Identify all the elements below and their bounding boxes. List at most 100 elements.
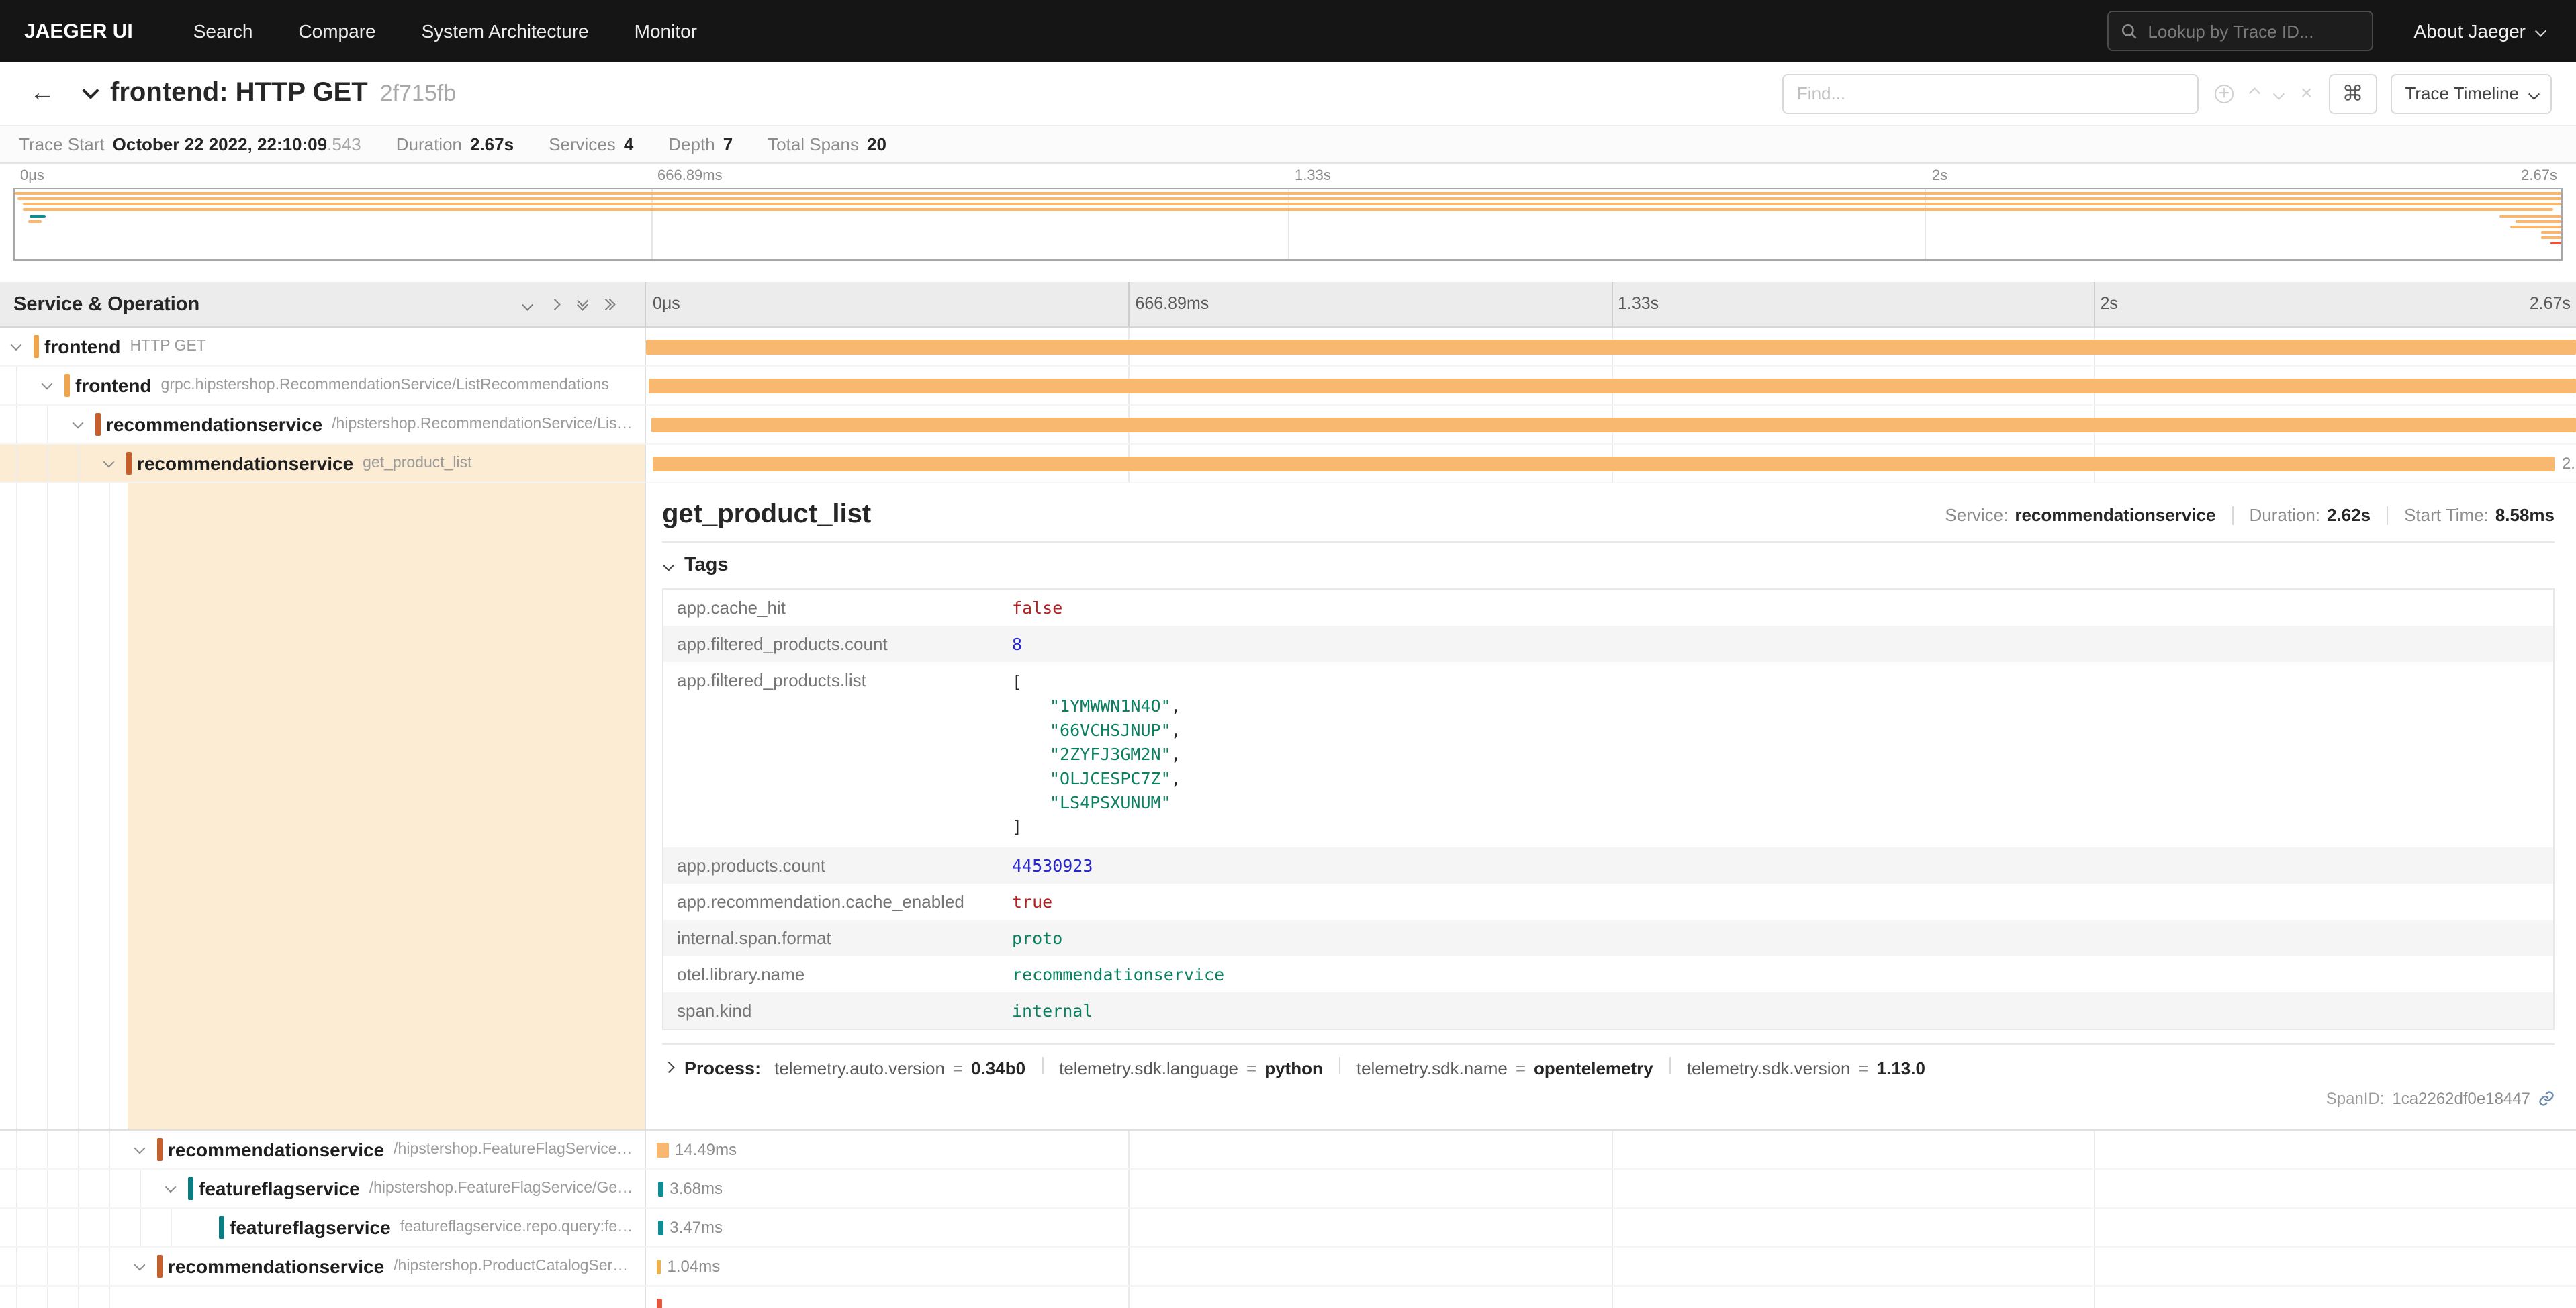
span-name[interactable]: recommendationservice/hipstershop.Featur… [168,1131,639,1168]
copy-link-icon[interactable] [2538,1090,2555,1107]
span-name-cell[interactable]: featureflagservicefeatureflagservice.rep… [0,1209,646,1246]
trace-lookup-input[interactable] [2148,21,2360,41]
nav-item-system-architecture[interactable]: System Architecture [399,0,612,62]
trace-view-dropdown[interactable]: Trace Timeline [2390,73,2552,113]
span-name-cell[interactable]: recommendationservice/hipstershop.Featur… [0,1131,646,1168]
minimap-span-mark [2541,231,2561,234]
span-bar[interactable] [657,1260,661,1274]
span-timeline-cell[interactable]: 14.49ms [646,1131,2576,1168]
span-bar[interactable] [649,379,2576,393]
span-timeline-cell[interactable]: 3.68ms [646,1170,2576,1207]
span-name-cell[interactable]: recommendationserviceget_product_list [0,445,646,482]
chevron-down-icon[interactable] [129,1131,149,1168]
span-timeline-cell[interactable] [646,1287,2576,1308]
zoom-reset-icon[interactable]: + [2215,84,2234,103]
span-bar[interactable] [652,418,2576,432]
keyboard-shortcuts-button[interactable]: ⌘ [2328,73,2377,113]
span-row[interactable]: frontendgrpc.hipstershop.RecommendationS… [0,367,2576,406]
indent-guide [78,445,79,482]
chevron-down-icon[interactable] [160,1170,180,1207]
span-timeline-cell[interactable] [646,406,2576,443]
column-resizer[interactable] [643,282,649,1308]
minimap-span-mark [29,220,42,223]
service-name: recommendationservice [168,1256,384,1277]
span-bar[interactable] [657,1182,663,1197]
span-timeline-cell[interactable] [646,367,2576,404]
collapse-trace-header-icon[interactable] [85,90,97,97]
operation-name: get_product_list [363,455,471,471]
span-bar[interactable] [657,1143,668,1158]
service-name: recommendationservice [106,414,322,435]
trace-services: Services4 [549,134,633,154]
span-timeline-cell[interactable]: 3.47ms [646,1209,2576,1246]
double-chevron-right-icon[interactable] [606,301,612,308]
chevron-down-icon[interactable] [129,1248,149,1285]
chevron-down-icon[interactable] [67,406,87,443]
prev-result-icon[interactable] [2251,90,2258,97]
trace-total-spans: Total Spans20 [768,134,886,154]
timeline-gridline [2094,1248,2095,1285]
span-name-cell[interactable]: frontendgrpc.hipstershop.RecommendationS… [0,367,646,404]
span-row[interactable]: recommendationservice/hipstershop.Produc… [0,1248,2576,1287]
tags-section-toggle[interactable]: Tags [665,553,2555,577]
chevron-down-icon[interactable] [5,328,26,365]
span-row[interactable]: featureflagservicefeatureflagservice.rep… [0,1209,2576,1248]
double-chevron-down-icon[interactable] [578,301,586,308]
span-name[interactable]: recommendationserviceget_product_list [137,445,639,482]
span-name-cell[interactable]: featureflagservice/hipstershop.FeatureFl… [0,1170,646,1207]
span-name-cell[interactable]: recommendationservice/hipstershop.Recomm… [0,406,646,443]
indent-guide [78,1287,79,1308]
timeline-ruler: 0μs666.89ms1.33s2s2.67s [646,282,2576,326]
nav-item-search[interactable]: Search [171,0,276,62]
nav-item-compare[interactable]: Compare [275,0,398,62]
timeline-gridline [2094,282,2095,326]
chevron-down-icon[interactable] [98,445,118,482]
clear-search-icon[interactable]: × [2301,83,2313,103]
span-name-cell[interactable]: frontendHTTP GET [0,328,646,365]
tag-value: 44530923 [999,847,2554,884]
process-section-toggle[interactable]: Process: telemetry.auto.version=0.34b0te… [662,1043,2555,1078]
chevron-right-icon[interactable] [551,301,558,308]
span-row[interactable]: frontendHTTP GET [0,328,2576,367]
divider [1669,1057,1671,1074]
span-name[interactable]: frontendHTTP GET [44,328,639,365]
timeline-tick-label: 1.33s [1618,294,1659,313]
tag-row: span.kindinternal [663,992,2554,1029]
span-name[interactable]: recommendationservice/hipstershop.Produc… [168,1248,639,1285]
brand-logo[interactable]: JAEGER UI [24,19,133,42]
span-timeline-cell[interactable] [646,328,2576,365]
span-timeline-cell[interactable]: 2.62s [646,445,2576,482]
about-jaeger-menu[interactable]: About Jaeger [2413,20,2544,42]
back-button[interactable]: ← [19,73,66,113]
find-input[interactable] [1782,73,2199,113]
next-result-icon[interactable] [2276,90,2283,97]
span-name[interactable]: featureflagservicefeatureflagservice.rep… [230,1209,639,1246]
span-bar[interactable] [657,1299,662,1308]
span-row[interactable]: recommendationserviceget_product_list2.6… [0,445,2576,483]
tag-row: app.filtered_products.count8 [663,626,2554,662]
chevron-down-icon[interactable] [523,301,531,308]
span-row[interactable]: recommendationservice/hipstershop.Featur… [0,1131,2576,1170]
indent-guide [78,1170,79,1207]
span-detail-meta: Service:recommendationservice Duration:2… [1945,505,2555,525]
span-timeline-cell[interactable]: 1.04ms [646,1248,2576,1285]
minimap-canvas[interactable] [13,188,2563,261]
span-row[interactable]: featureflagservice/hipstershop.FeatureFl… [0,1170,2576,1209]
chevron-down-icon[interactable] [36,367,56,404]
span-row[interactable]: recommendationservice/hipstershop.Recomm… [0,406,2576,445]
span-row[interactable] [0,1287,2576,1308]
timeline-gridline [2094,1131,2095,1168]
span-name[interactable]: featureflagservice/hipstershop.FeatureFl… [199,1170,639,1207]
span-bar[interactable] [646,340,2576,355]
span-name[interactable]: recommendationservice/hipstershop.Recomm… [106,406,639,443]
span-name-cell[interactable] [0,1287,646,1308]
indent-guide [16,1248,17,1285]
span-name-cell[interactable]: recommendationservice/hipstershop.Produc… [0,1248,646,1285]
span-bar[interactable] [652,457,2555,471]
span-bar[interactable] [658,1221,663,1235]
trace-minimap: 0μs666.89ms1.33s2s2.67s [13,167,2563,261]
span-name[interactable]: frontendgrpc.hipstershop.RecommendationS… [75,367,639,404]
minimap-tick-labels: 0μs666.89ms1.33s2s2.67s [13,167,2563,188]
trace-lookup-box[interactable] [2107,11,2373,51]
nav-item-monitor[interactable]: Monitor [612,0,720,62]
